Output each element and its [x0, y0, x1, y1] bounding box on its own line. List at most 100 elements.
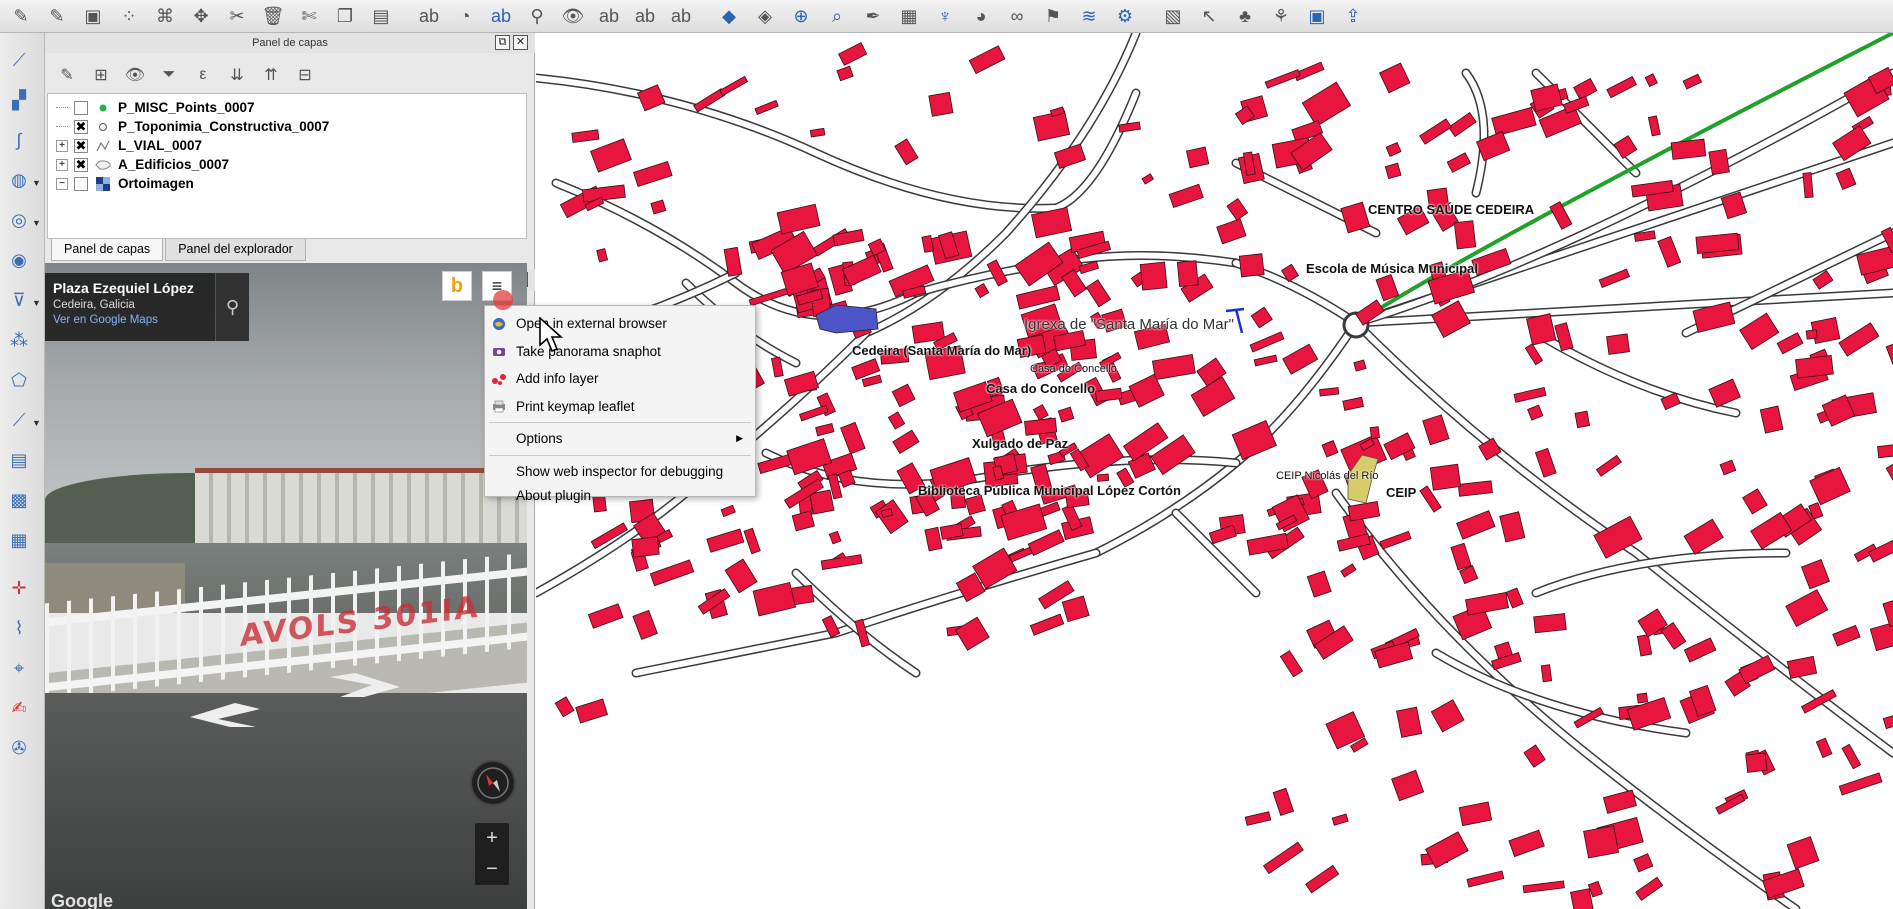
layer-checkbox[interactable]: ✖: [74, 138, 88, 153]
node-tool-icon[interactable]: ⁘: [112, 2, 146, 30]
point-layer-icon[interactable]: ⁂: [4, 325, 34, 355]
layers-icon[interactable]: ≋: [1072, 2, 1106, 30]
menu-item-web-inspector[interactable]: Show web inspector for debugging: [485, 458, 755, 486]
search-icon[interactable]: ⌕: [820, 2, 854, 30]
move-icon[interactable]: ✥: [184, 2, 218, 30]
add-feature-icon[interactable]: ⌘: [148, 2, 182, 30]
copy-icon[interactable]: ❐: [328, 2, 362, 30]
cut-icon[interactable]: ✄: [292, 2, 326, 30]
collapse-icon[interactable]: −: [56, 177, 68, 190]
network-icon[interactable]: ⚙: [1108, 2, 1142, 30]
expand-icon[interactable]: +: [56, 139, 68, 152]
layer-checkbox[interactable]: ✖: [74, 157, 88, 172]
nav-left-arrow-icon[interactable]: [190, 703, 260, 727]
pin-icon[interactable]: ⚲: [215, 273, 249, 341]
db-icon[interactable]: ▤: [4, 445, 34, 475]
pencil-icon[interactable]: ✎: [4, 2, 38, 30]
layer-row[interactable]: − Ortoimagen: [48, 174, 524, 193]
gps-tool-icon[interactable]: ✇: [4, 733, 34, 763]
streetview-view[interactable]: AVOLS 301IA + − Google Plaza Ezequiel Ló…: [45, 263, 527, 909]
add-wms-icon[interactable]: ◍: [4, 165, 34, 195]
collapse-all-icon[interactable]: ⇈: [257, 62, 285, 88]
binoculars-icon[interactable]: ∞: [1000, 2, 1034, 30]
identify-icon[interactable]: ⌖: [4, 653, 34, 683]
add-line-icon[interactable]: ⟋: [4, 45, 34, 75]
chevron-down-icon[interactable]: ▼: [32, 218, 41, 228]
expand-all-icon[interactable]: ⇊: [223, 62, 251, 88]
change-label-icon[interactable]: ab: [628, 2, 662, 30]
expression-filter-icon[interactable]: ε: [189, 62, 217, 88]
layer-row[interactable]: + ✖ L_VIAL_0007: [48, 136, 524, 155]
measure-icon[interactable]: ⌇: [4, 613, 34, 643]
pin-icon[interactable]: ⚲: [520, 2, 554, 30]
menu-item-add-info-layer[interactable]: Add info layer: [485, 365, 755, 393]
text-icon[interactable]: ab: [592, 2, 626, 30]
export-icon[interactable]: ⇪: [1336, 2, 1370, 30]
visibility-icon[interactable]: 👁: [121, 62, 149, 88]
close-icon[interactable]: ✕: [513, 35, 528, 50]
float-icon[interactable]: ⧉: [495, 35, 510, 50]
curve-icon[interactable]: ∫: [4, 125, 34, 155]
polygon-layer-icon[interactable]: ⬠: [4, 365, 34, 395]
layer-checkbox[interactable]: [74, 176, 88, 191]
pointer-icon[interactable]: ↖: [1192, 2, 1226, 30]
csw-icon[interactable]: ▦: [892, 2, 926, 30]
rotate-label-icon[interactable]: ab: [664, 2, 698, 30]
zoom-icon[interactable]: ⊕: [784, 2, 818, 30]
pencil-icon[interactable]: ✎: [40, 2, 74, 30]
menu-item-options[interactable]: Options ▶: [485, 425, 755, 453]
save-icon[interactable]: ▣: [76, 2, 110, 30]
python-icon[interactable]: ♆: [928, 2, 962, 30]
profile-icon[interactable]: ⚘: [1264, 2, 1298, 30]
label-tool-icon[interactable]: ab: [484, 2, 518, 30]
delete-icon[interactable]: 🗑: [256, 2, 290, 30]
filter-icon[interactable]: ⏷: [155, 62, 183, 88]
zoom-in-button[interactable]: +: [475, 823, 509, 854]
layer-row[interactable]: ✖ P_Toponimia_Constructiva_0007: [48, 117, 524, 136]
zoom-out-button[interactable]: −: [475, 854, 509, 885]
edit-icon[interactable]: ✂: [220, 2, 254, 30]
line-layer-icon[interactable]: ⟋: [4, 405, 34, 435]
plugin-icon[interactable]: ◆: [712, 2, 746, 30]
walker-icon[interactable]: ⚑: [1036, 2, 1070, 30]
chevron-down-icon[interactable]: ▼: [32, 418, 41, 428]
tab-layers-panel[interactable]: Panel de capas: [51, 239, 164, 261]
layer-row[interactable]: + ✖ A_Edificios_0007: [48, 155, 524, 174]
chevron-down-icon[interactable]: ▼: [32, 298, 41, 308]
menu-item-about[interactable]: About plugin: [485, 485, 755, 509]
table-icon[interactable]: ▦: [4, 525, 34, 555]
wfs-icon[interactable]: ◉: [4, 245, 34, 275]
bing-icon[interactable]: b: [442, 271, 472, 301]
remove-layer-icon[interactable]: ⊟: [291, 62, 319, 88]
menu-item-open-browser[interactable]: Open in external browser: [485, 310, 755, 338]
sketch-icon[interactable]: ✍: [4, 693, 34, 723]
pen-icon[interactable]: ✒: [856, 2, 890, 30]
layer-row[interactable]: P_MISC_Points_0007: [48, 98, 524, 117]
tab-browser-panel[interactable]: Panel del explorador: [165, 239, 306, 261]
pie-icon[interactable]: ◔: [448, 2, 482, 30]
rect-icon[interactable]: ▣: [1300, 2, 1334, 30]
style-icon[interactable]: ✎: [53, 62, 81, 88]
tree-icon[interactable]: ♣: [1228, 2, 1262, 30]
crosshair-icon[interactable]: ✛: [4, 573, 34, 603]
map-icon[interactable]: ▧: [1156, 2, 1190, 30]
menu-item-print-keymap[interactable]: Print keymap leaflet: [485, 393, 755, 421]
nav-right-arrow-icon[interactable]: [330, 673, 400, 697]
add-group-icon[interactable]: ⊞: [87, 62, 115, 88]
virtual-layer-icon[interactable]: ▩: [4, 485, 34, 515]
globe-icon[interactable]: ◎: [4, 205, 34, 235]
google-maps-link[interactable]: Ver en Google Maps: [53, 314, 241, 326]
color-icon[interactable]: ◕: [964, 2, 998, 30]
label-icon[interactable]: ab: [412, 2, 446, 30]
menu-item-panorama-snapshot[interactable]: Take panorama snaphot: [485, 338, 755, 366]
paste-icon[interactable]: ▤: [364, 2, 398, 30]
vector-icon[interactable]: ⊽: [4, 285, 34, 315]
show-label-icon[interactable]: 👁: [556, 2, 590, 30]
expand-icon[interactable]: +: [56, 158, 68, 171]
compass-icon[interactable]: [470, 760, 516, 806]
add-raster-icon[interactable]: ▞: [4, 85, 34, 115]
chevron-down-icon[interactable]: ▼: [32, 178, 41, 188]
layer-checkbox[interactable]: ✖: [74, 119, 88, 134]
layer-checkbox[interactable]: [74, 100, 88, 115]
gps-icon[interactable]: ◈: [748, 2, 782, 30]
